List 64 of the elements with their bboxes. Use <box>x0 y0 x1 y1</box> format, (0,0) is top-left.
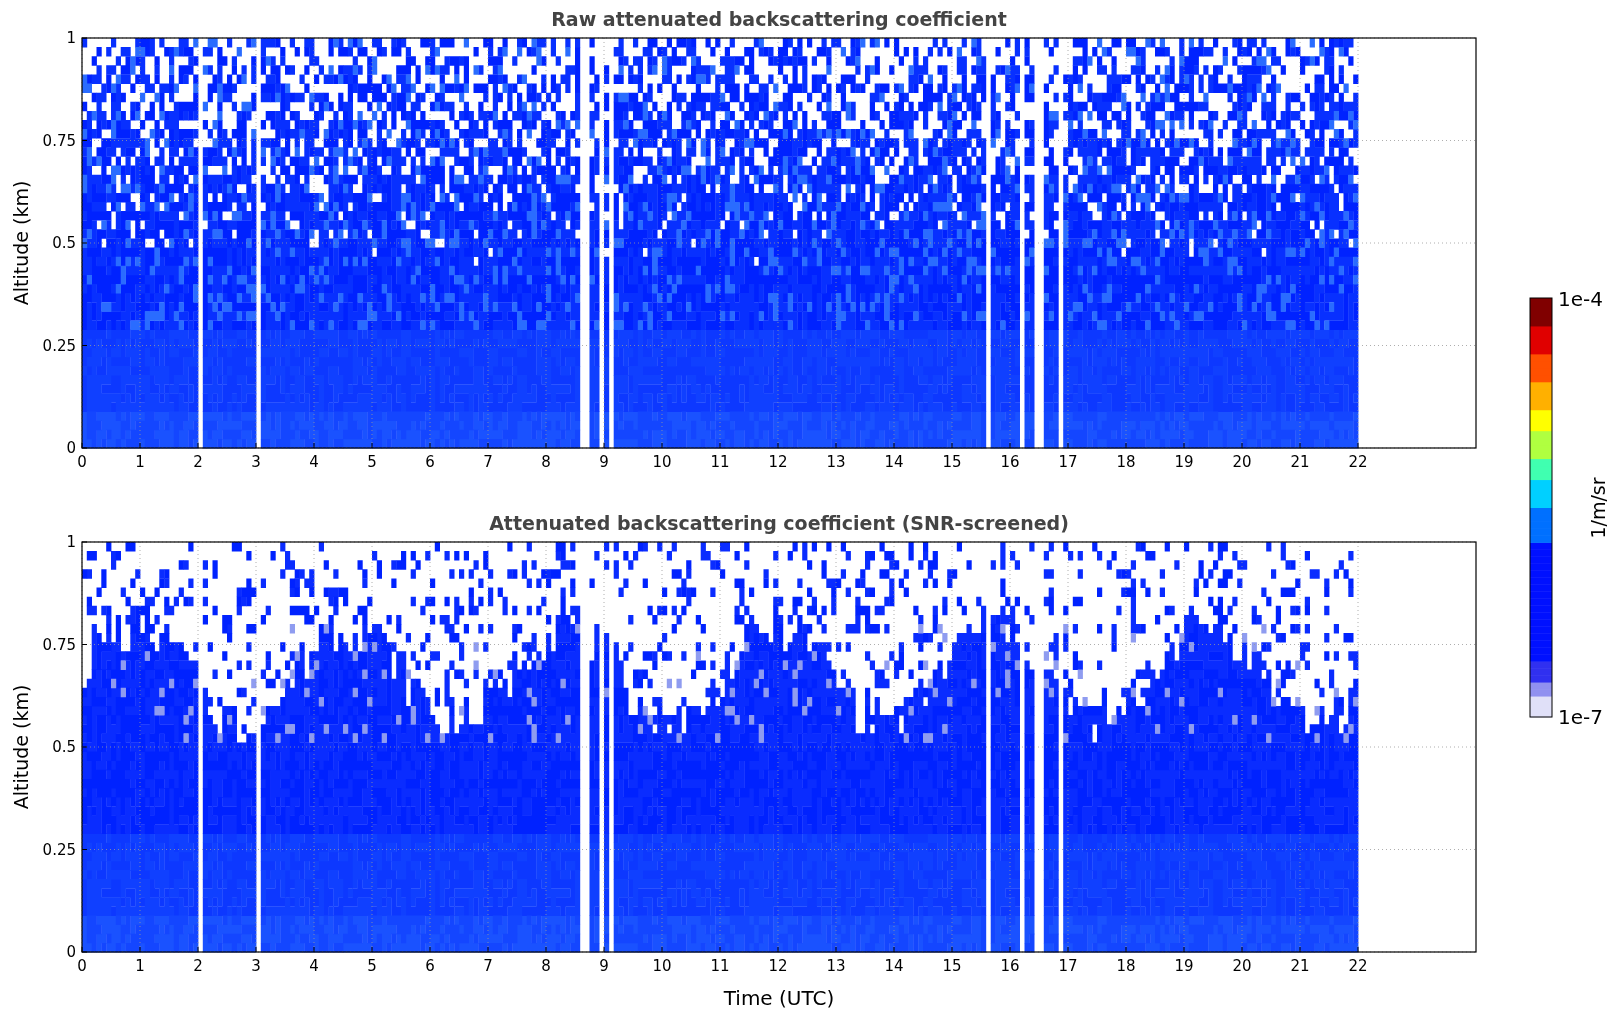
tick-label: 11 <box>710 957 730 975</box>
tick-label: 20 <box>1232 957 1252 975</box>
tick-label: 3 <box>251 453 261 471</box>
tick-label: 14 <box>884 453 904 471</box>
tick-label: 17 <box>1058 453 1078 471</box>
tick-label: 0 <box>66 943 76 961</box>
tick-label: 16 <box>1000 453 1020 471</box>
tick-label: 0 <box>66 439 76 457</box>
tick-label: 0.75 <box>42 635 76 654</box>
tick-label: 5 <box>367 957 377 975</box>
tick-label: 15 <box>942 957 962 975</box>
tick-label: 10 <box>652 453 672 471</box>
tick-label: 10 <box>652 957 672 975</box>
tick-label: 5 <box>367 453 377 471</box>
tick-label: 13 <box>826 453 846 471</box>
tick-label: 20 <box>1232 453 1252 471</box>
tick-label: 0.25 <box>42 840 76 859</box>
tick-label: 8 <box>541 957 551 975</box>
tick-label: 11 <box>710 453 730 471</box>
tick-label: 7 <box>483 453 493 471</box>
tick-label: 9 <box>599 957 609 975</box>
tick-label: 2 <box>193 453 203 471</box>
tick-label: 0.25 <box>42 336 76 355</box>
tick-label: 1 <box>66 533 76 551</box>
tick-label: 0 <box>77 453 87 471</box>
tick-label: 1 <box>135 957 145 975</box>
y-axis-label: Altitude (km) <box>10 684 32 810</box>
tick-label: 6 <box>425 453 435 471</box>
tick-label: 1 <box>135 453 145 471</box>
tick-label: 19 <box>1174 957 1194 975</box>
tick-label: 1 <box>66 29 76 47</box>
tick-label: 0.75 <box>42 131 76 150</box>
tick-label: 17 <box>1058 957 1078 975</box>
tick-label: 6 <box>425 957 435 975</box>
tick-label: 16 <box>1000 957 1020 975</box>
tick-label: 3 <box>251 957 261 975</box>
tick-label: 21 <box>1290 957 1310 975</box>
tick-label: 4 <box>309 957 319 975</box>
tick-label: 18 <box>1116 957 1136 975</box>
tick-label: 15 <box>942 453 962 471</box>
colorbar-unit-label: 1/m/sr <box>1587 477 1609 539</box>
tick-label: 0.5 <box>52 738 76 756</box>
tick-label: 18 <box>1116 453 1136 471</box>
y-axis-label: Altitude (km) <box>10 180 32 306</box>
tick-label: 13 <box>826 957 846 975</box>
tick-label: 21 <box>1290 453 1310 471</box>
x-axis-label: Time (UTC) <box>723 986 835 1010</box>
tick-label: 7 <box>483 957 493 975</box>
tick-label: 19 <box>1174 453 1194 471</box>
colorbar-min-label: 1e-7 <box>1558 705 1603 729</box>
tick-label: 12 <box>768 453 788 471</box>
tick-label: 22 <box>1348 453 1368 471</box>
chart-title: Raw attenuated backscattering coefficient <box>551 8 1007 30</box>
tick-label: 9 <box>599 453 609 471</box>
colorbar-max-label: 1e-4 <box>1558 287 1603 311</box>
tick-label: 8 <box>541 453 551 471</box>
tick-label: 0 <box>77 957 87 975</box>
chart-title: Attenuated backscattering coefficient (SNR-screened) <box>489 512 1069 534</box>
tick-label: 12 <box>768 957 788 975</box>
tick-label: 0.5 <box>52 234 76 252</box>
tick-label: 4 <box>309 453 319 471</box>
tick-label: 22 <box>1348 957 1368 975</box>
tick-label: 2 <box>193 957 203 975</box>
tick-label: 14 <box>884 957 904 975</box>
